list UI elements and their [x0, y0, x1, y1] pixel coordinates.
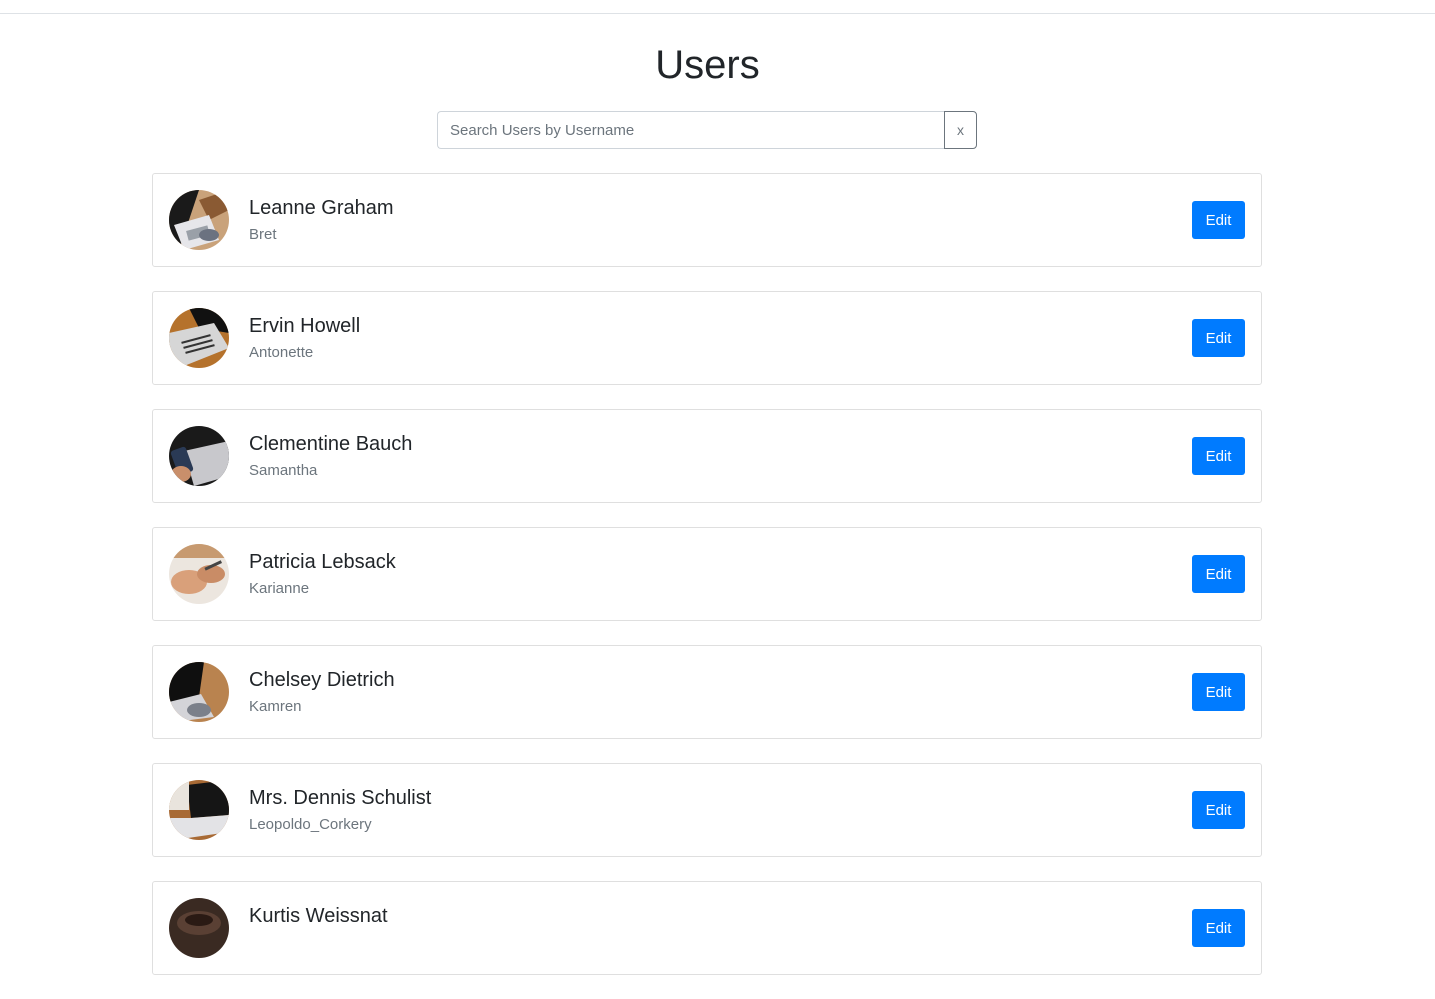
- avatar: [169, 190, 229, 250]
- user-card: Clementine Bauch Samantha Edit: [152, 409, 1262, 503]
- search-group: x: [437, 111, 977, 149]
- user-name: Clementine Bauch: [249, 433, 413, 455]
- user-name: Kurtis Weissnat: [249, 905, 388, 927]
- avatar: [169, 308, 229, 368]
- page-title: Users: [655, 43, 760, 87]
- edit-user-button[interactable]: Edit: [1192, 555, 1245, 593]
- avatar: [169, 544, 229, 604]
- edit-user-button[interactable]: Edit: [1192, 201, 1245, 239]
- hands-writing-photo-icon: [169, 544, 229, 604]
- user-username: Leopoldo_Corkery: [249, 816, 372, 833]
- user-card: Patricia Lebsack Karianne Edit: [152, 527, 1262, 621]
- laptop-typing-photo-icon: [169, 190, 229, 250]
- top-navbar: [0, 0, 1435, 14]
- user-list: Leanne Graham Bret Edit Ervin Howell Ant…: [152, 173, 1262, 999]
- search-input[interactable]: [437, 111, 944, 149]
- edit-user-button[interactable]: Edit: [1192, 791, 1245, 829]
- laptop-keyboard-photo-icon: [169, 308, 229, 368]
- edit-user-button[interactable]: Edit: [1192, 673, 1245, 711]
- user-username: Kamren: [249, 698, 302, 715]
- user-username: Karianne: [249, 580, 310, 597]
- user-username: Antonette: [249, 344, 314, 361]
- user-card: Leanne Graham Bret Edit: [152, 173, 1262, 267]
- avatar: [169, 426, 229, 486]
- user-name: Ervin Howell: [249, 315, 361, 337]
- avatar: [169, 780, 229, 840]
- user-card: Mrs. Dennis Schulist Leopoldo_Corkery Ed…: [152, 763, 1262, 857]
- clear-search-button[interactable]: x: [944, 111, 977, 149]
- edit-user-button[interactable]: Edit: [1192, 319, 1245, 357]
- user-name: Patricia Lebsack: [249, 551, 396, 573]
- user-card: Chelsey Dietrich Kamren Edit: [152, 645, 1262, 739]
- user-name: Mrs. Dennis Schulist: [249, 787, 432, 809]
- user-username: Samantha: [249, 462, 318, 479]
- user-card: Ervin Howell Antonette Edit: [152, 291, 1262, 385]
- coffee-photo-icon: [169, 898, 229, 958]
- phone-laptop-photo-icon: [169, 426, 229, 486]
- user-name: Leanne Graham: [249, 197, 394, 219]
- laptop-desk-photo-icon: [169, 662, 229, 722]
- avatar: [169, 898, 229, 958]
- user-card: Kurtis Weissnat Edit: [152, 881, 1262, 975]
- user-username: Bret: [249, 226, 277, 243]
- avatar: [169, 662, 229, 722]
- open-laptop-photo-icon: [169, 780, 229, 840]
- edit-user-button[interactable]: Edit: [1192, 437, 1245, 475]
- user-name: Chelsey Dietrich: [249, 669, 395, 691]
- edit-user-button[interactable]: Edit: [1192, 909, 1245, 947]
